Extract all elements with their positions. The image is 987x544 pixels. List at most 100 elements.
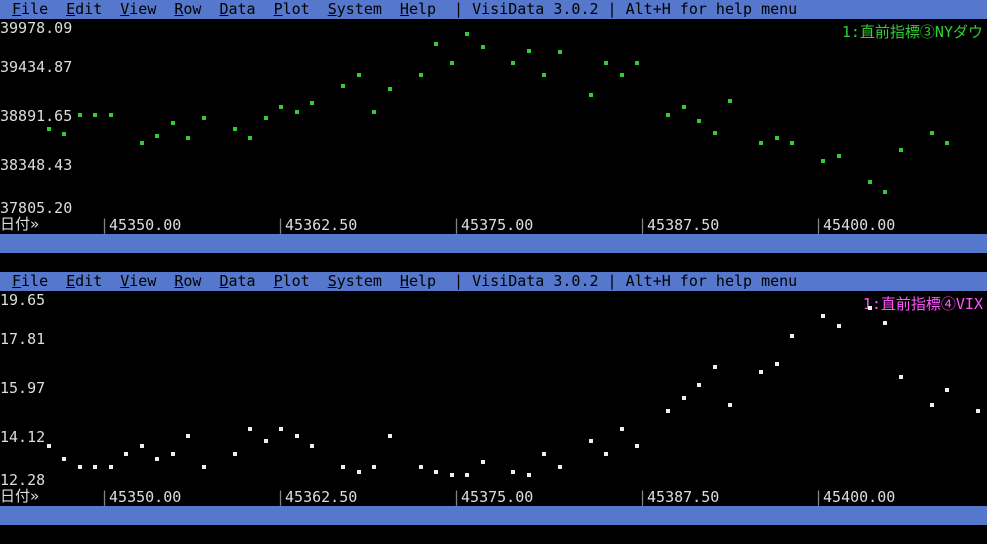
data-point (883, 190, 887, 194)
menu-row[interactable]: Row (174, 0, 201, 18)
data-point (388, 87, 392, 91)
data-point (837, 154, 841, 158)
data-point (279, 105, 283, 109)
data-point (481, 45, 485, 49)
data-point (434, 42, 438, 46)
data-point (511, 470, 515, 474)
data-point (728, 403, 732, 407)
data-point (47, 444, 51, 448)
x-axis-label: 日付» (0, 213, 39, 234)
data-point (465, 473, 469, 477)
data-point (883, 321, 887, 325)
x-tick: |45375.00 (452, 488, 533, 506)
menu-file[interactable]: File (12, 0, 48, 18)
data-point (450, 473, 454, 477)
menubar-info: | VisiData 3.0.2 | Alt+H for help menu (454, 272, 797, 290)
data-point (527, 473, 531, 477)
data-point (759, 370, 763, 374)
menu-view[interactable]: View (120, 272, 156, 290)
menu-system[interactable]: System (328, 0, 382, 18)
data-point (945, 141, 949, 145)
data-point (713, 365, 717, 369)
data-point (233, 452, 237, 456)
x-tick: |45400.00 (814, 488, 895, 506)
x-tick: |45387.50 (638, 488, 719, 506)
pane-nydow: File Edit View Row Data Plot System Help | VisiD… (0, 0, 987, 253)
data-point (186, 434, 190, 438)
data-point (93, 113, 97, 117)
data-point (310, 444, 314, 448)
menubar-bottom: File Edit View Row Data Plot System Help | VisiD… (0, 272, 987, 291)
data-point (542, 73, 546, 77)
legend-vix: 1:直前指標④VIX (863, 293, 983, 314)
data-point (666, 409, 670, 413)
data-point (202, 465, 206, 469)
menu-file[interactable]: File (12, 272, 48, 290)
data-point (728, 99, 732, 103)
data-point (295, 110, 299, 114)
x-tick: |45350.00 (100, 488, 181, 506)
data-point (434, 470, 438, 474)
status-sheet-name[interactable]: 2› sample_graph| (0, 525, 145, 544)
data-point (682, 396, 686, 400)
data-point (341, 465, 345, 469)
data-point (697, 383, 701, 387)
data-point (357, 73, 361, 77)
data-point (589, 93, 593, 97)
data-point (511, 61, 515, 65)
data-point (419, 465, 423, 469)
menu-help[interactable]: Help (400, 0, 436, 18)
data-point (248, 427, 252, 431)
data-point (279, 427, 283, 431)
y-tick: 14.12 (0, 428, 45, 446)
data-point (697, 119, 701, 123)
menubar-info: | VisiData 3.0.2 | Alt+H for help menu (454, 0, 797, 18)
menu-edit[interactable]: Edit (66, 0, 102, 18)
data-point (109, 465, 113, 469)
data-point (341, 84, 345, 88)
x-axis: 日付» |45350.00 |45362.50 |45375.00 |45387… (0, 214, 987, 234)
plot-area-vix[interactable]: 1:直前指標④VIX 19.65 17.81 15.97 14.12 12.28… (0, 291, 987, 506)
data-point (589, 439, 593, 443)
menu-help[interactable]: Help (400, 272, 436, 290)
data-point (759, 141, 763, 145)
data-point (527, 49, 531, 53)
data-point (171, 452, 175, 456)
data-point (604, 452, 608, 456)
menu-plot[interactable]: Plot (274, 272, 310, 290)
data-point (945, 388, 949, 392)
data-point (450, 61, 454, 65)
status-sheet-name[interactable]: 4› sample_graph| (0, 253, 145, 272)
x-tick: |45362.50 (276, 216, 357, 234)
data-point (124, 452, 128, 456)
data-point (542, 452, 546, 456)
menu-row[interactable]: Row (174, 272, 201, 290)
data-point (171, 121, 175, 125)
menu-data[interactable]: Data (219, 0, 255, 18)
data-point (233, 127, 237, 131)
data-point (635, 444, 639, 448)
data-point (47, 127, 51, 131)
data-point (775, 362, 779, 366)
data-point (93, 465, 97, 469)
menu-plot[interactable]: Plot (274, 0, 310, 18)
data-point (620, 427, 624, 431)
y-tick: 19.65 (0, 291, 45, 309)
legend-nydow: 1:直前指標③NYダウ (842, 21, 983, 42)
menu-system[interactable]: System (328, 272, 382, 290)
menu-edit[interactable]: Edit (66, 272, 102, 290)
menu-view[interactable]: View (120, 0, 156, 18)
menu-data[interactable]: Data (219, 272, 255, 290)
x-tick: |45350.00 (100, 216, 181, 234)
data-point (775, 136, 779, 140)
data-point (930, 403, 934, 407)
data-point (821, 159, 825, 163)
data-point (264, 439, 268, 443)
data-point (868, 306, 872, 310)
data-point (976, 409, 980, 413)
data-point (868, 180, 872, 184)
data-point (78, 465, 82, 469)
statusbar-top: 4› sample_graph| x resize-x-input 57 plo… (0, 234, 987, 253)
data-point (837, 324, 841, 328)
plot-area-nydow[interactable]: 1:直前指標③NYダウ 39978.09 39434.87 38891.65 3… (0, 19, 987, 234)
